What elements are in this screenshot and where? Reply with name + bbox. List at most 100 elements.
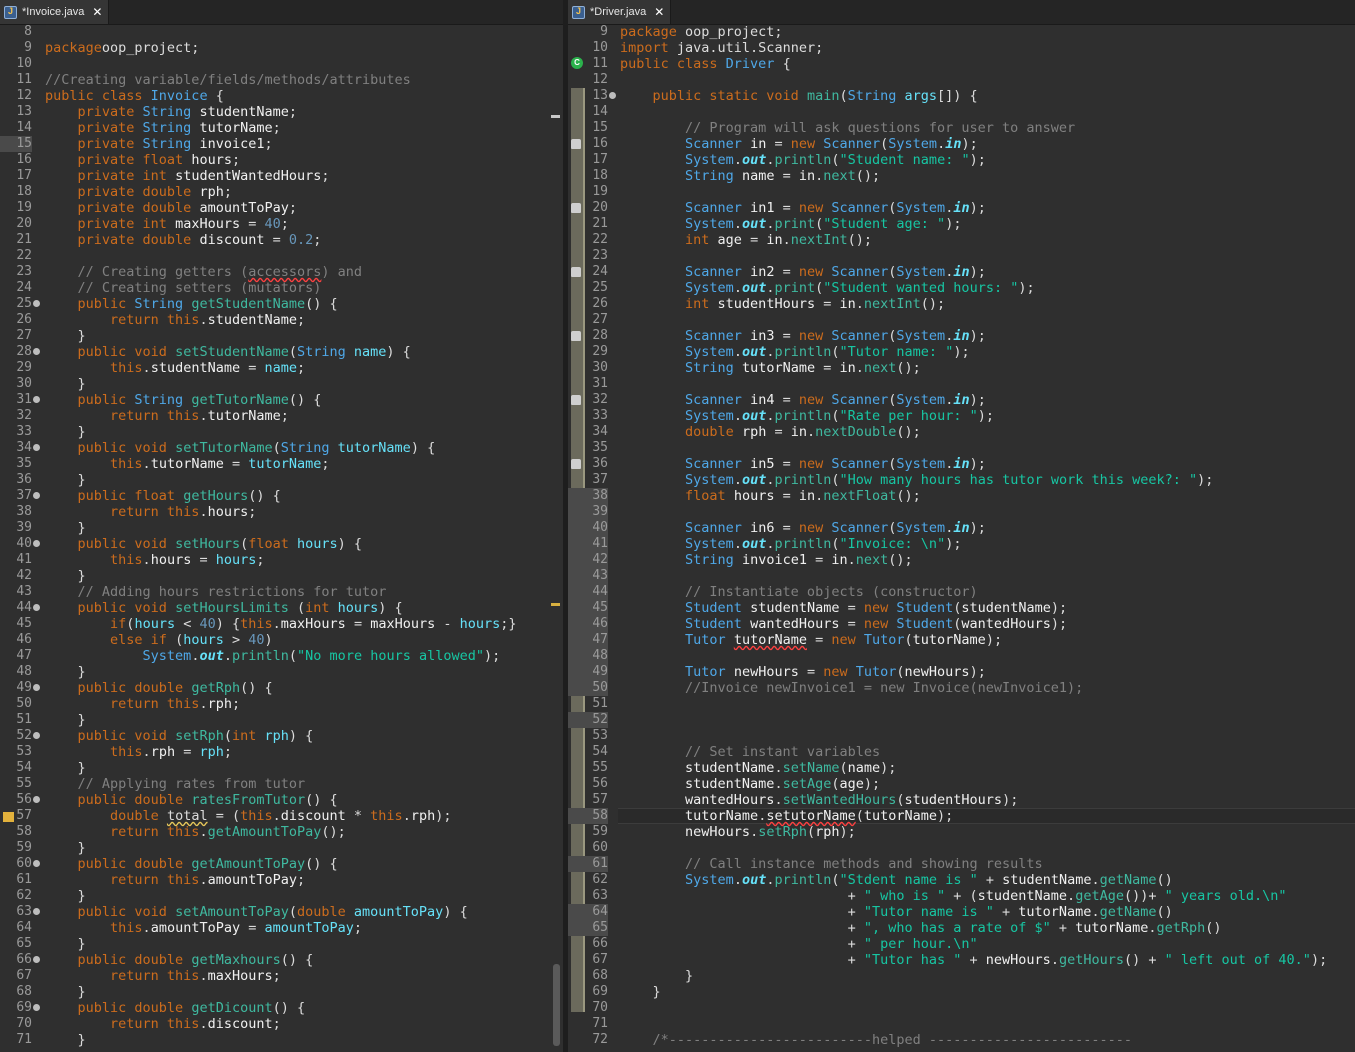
code-line[interactable]: 69 public double getDicount() { — [0, 1000, 563, 1016]
code-line[interactable]: 41 System.out.println("Invoice: \n"); — [568, 536, 1355, 552]
fold-toggle-icon[interactable] — [33, 348, 40, 355]
code-line[interactable]: 53 this.rph = rph; — [0, 744, 563, 760]
code-line[interactable]: 54 } — [0, 760, 563, 776]
code-line[interactable]: 26 return this.studentName; — [0, 312, 563, 328]
code-area[interactable]: 8 9 packageoop_project; 10 11 //Creating vari… — [0, 24, 563, 1048]
code-line[interactable]: 67 return this.maxHours; — [0, 968, 563, 984]
code-line[interactable]: 17 private int studentWantedHours; — [0, 168, 563, 184]
fold-toggle-icon[interactable] — [33, 396, 40, 403]
code-line[interactable]: 40 public void setHours(float hours) { — [0, 536, 563, 552]
code-line[interactable]: 48 } — [0, 664, 563, 680]
warning-marker-icon[interactable] — [3, 812, 14, 822]
close-icon[interactable]: ✕ — [654, 5, 664, 19]
code-line[interactable]: 65 } — [0, 936, 563, 952]
code-line[interactable]: 59 } — [0, 840, 563, 856]
code-line[interactable]: 64 this.amountToPay = amountToPay; — [0, 920, 563, 936]
code-line[interactable]: 44 // Instantiate objects (constructor) — [568, 584, 1355, 600]
fold-toggle-icon[interactable] — [33, 604, 40, 611]
warning-overview-marker[interactable] — [551, 603, 560, 606]
code-line[interactable]: 61 // Call instance methods and showing … — [568, 856, 1355, 872]
code-line[interactable]: 25 public String getStudentName() { — [0, 296, 563, 312]
code-line[interactable]: 70 — [568, 1000, 1355, 1016]
code-line[interactable]: 32 return this.tutorName; — [0, 408, 563, 424]
fold-toggle-icon[interactable] — [33, 732, 40, 739]
code-line[interactable]: 23 // Creating getters (accessors) and — [0, 264, 563, 280]
code-line[interactable]: 17 System.out.println("Student name: "); — [568, 152, 1355, 168]
code-line[interactable]: 50 return this.rph; — [0, 696, 563, 712]
code-line[interactable]: 16 private float hours; — [0, 152, 563, 168]
code-line[interactable]: 20 Scanner in1 = new Scanner(System.in); — [568, 200, 1355, 216]
code-line[interactable]: 39 } — [0, 520, 563, 536]
invoice-editor[interactable]: *Invoice.java ✕ 89packageoop_project;101… — [0, 0, 563, 1052]
code-line[interactable]: 46 Student wantedHours = new Student(wan… — [568, 616, 1355, 632]
code-line[interactable]: 46 else if (hours > 40) — [0, 632, 563, 648]
code-line[interactable]: 36 } — [0, 472, 563, 488]
code-line[interactable]: 24 // Creating setters (mutators) — [0, 280, 563, 296]
fold-toggle-icon[interactable] — [33, 444, 40, 451]
code-line[interactable]: 52 — [568, 712, 1355, 728]
code-line[interactable]: 34 double rph = in.nextDouble(); — [568, 424, 1355, 440]
code-line[interactable]: 67 + "Tutor has " + newHours.getHours() … — [568, 952, 1355, 968]
code-line[interactable]: 36 Scanner in5 = new Scanner(System.in); — [568, 456, 1355, 472]
code-line[interactable]: 21 private double discount = 0.2; — [0, 232, 563, 248]
code-line[interactable]: 31 public String getTutorName() { — [0, 392, 563, 408]
code-line[interactable]: 22 int age = in.nextInt(); — [568, 232, 1355, 248]
code-line[interactable]: 12 public class Invoice { — [0, 88, 563, 104]
code-line[interactable]: 27 — [568, 312, 1355, 328]
code-line[interactable]: 18 private double rph; — [0, 184, 563, 200]
code-line[interactable]: 37 System.out.println("How many hours ha… — [568, 472, 1355, 488]
code-line[interactable]: 9 packageoop_project; — [0, 40, 563, 56]
code-line[interactable]: 38 float hours = in.nextFloat(); — [568, 488, 1355, 504]
code-line[interactable]: 54 // Set instant variables — [568, 744, 1355, 760]
code-line[interactable]: 19 private double amountToPay; — [0, 200, 563, 216]
code-line[interactable]: 33 System.out.println("Rate per hour: ")… — [568, 408, 1355, 424]
code-line[interactable]: 35 this.tutorName = tutorName; — [0, 456, 563, 472]
code-line[interactable]: 30 String tutorName = in.next(); — [568, 360, 1355, 376]
code-line[interactable]: 47 System.out.println("No more hours all… — [0, 648, 563, 664]
code-line[interactable]: 43 // Adding hours restrictions for tuto… — [0, 584, 563, 600]
code-line[interactable]: 58 tutorName.setutorName(tutorName); — [568, 808, 1355, 824]
code-line[interactable]: 62 } — [0, 888, 563, 904]
code-line[interactable]: 14 private String tutorName; — [0, 120, 563, 136]
code-line[interactable]: 51 } — [0, 712, 563, 728]
code-line[interactable]: 60 public double getAmountToPay() { — [0, 856, 563, 872]
code-line[interactable]: 63 + " who is " + (studentName.getAge())… — [568, 888, 1355, 904]
code-line[interactable]: 34 public void setTutorName(String tutor… — [0, 440, 563, 456]
code-line[interactable]: 45 Student studentName = new Student(stu… — [568, 600, 1355, 616]
code-line[interactable]: 23 — [568, 248, 1355, 264]
code-line[interactable]: 49 Tutor newHours = new Tutor(newHours); — [568, 664, 1355, 680]
code-line[interactable]: 60 — [568, 840, 1355, 856]
code-line[interactable]: 25 System.out.print("Student wanted hour… — [568, 280, 1355, 296]
driver-editor[interactable]: *Driver.java ✕ C 9package oop_project;10… — [568, 0, 1355, 1052]
code-line[interactable]: 57 wantedHours.setWantedHours(studentHou… — [568, 792, 1355, 808]
fold-toggle-icon[interactable] — [33, 908, 40, 915]
code-line[interactable]: 72 /*-------------------------helped ---… — [568, 1032, 1355, 1048]
code-line[interactable]: 9 package oop_project; — [568, 24, 1355, 40]
code-line[interactable]: 11 //Creating variable/fields/methods/att… — [0, 72, 563, 88]
fold-toggle-icon[interactable] — [33, 1004, 40, 1011]
code-line[interactable]: 53 — [568, 728, 1355, 744]
code-line[interactable]: 29 this.studentName = name; — [0, 360, 563, 376]
code-line[interactable]: 66 + " per hour.\n" — [568, 936, 1355, 952]
code-line[interactable]: 55 // Applying rates from tutor — [0, 776, 563, 792]
fold-toggle-icon[interactable] — [33, 796, 40, 803]
code-line[interactable]: 18 String name = in.next(); — [568, 168, 1355, 184]
fold-toggle-icon[interactable] — [33, 684, 40, 691]
code-line[interactable]: 15 // Program will ask questions for use… — [568, 120, 1355, 136]
code-line[interactable]: 24 Scanner in2 = new Scanner(System.in); — [568, 264, 1355, 280]
code-line[interactable]: 16 Scanner in = new Scanner(System.in); — [568, 136, 1355, 152]
code-line[interactable]: 65 + ", who has a rate of $" + tutorName… — [568, 920, 1355, 936]
code-line[interactable]: 35 — [568, 440, 1355, 456]
code-line[interactable]: 56 public double ratesFromTutor() { — [0, 792, 563, 808]
code-line[interactable]: 8 — [0, 24, 563, 40]
fold-toggle-icon[interactable] — [33, 540, 40, 547]
code-line[interactable]: 33 } — [0, 424, 563, 440]
tab-driver-java[interactable]: *Driver.java ✕ — [568, 0, 672, 24]
code-line[interactable]: 31 — [568, 376, 1355, 392]
code-line[interactable]: 13 public static void main(String args[]… — [568, 88, 1355, 104]
tab-invoice-java[interactable]: *Invoice.java ✕ — [0, 0, 110, 24]
code-line[interactable]: 69 } — [568, 984, 1355, 1000]
code-line[interactable]: 56 studentName.setAge(age); — [568, 776, 1355, 792]
overview-marker[interactable] — [551, 115, 560, 118]
code-line[interactable]: 28 public void setStudentName(String nam… — [0, 344, 563, 360]
